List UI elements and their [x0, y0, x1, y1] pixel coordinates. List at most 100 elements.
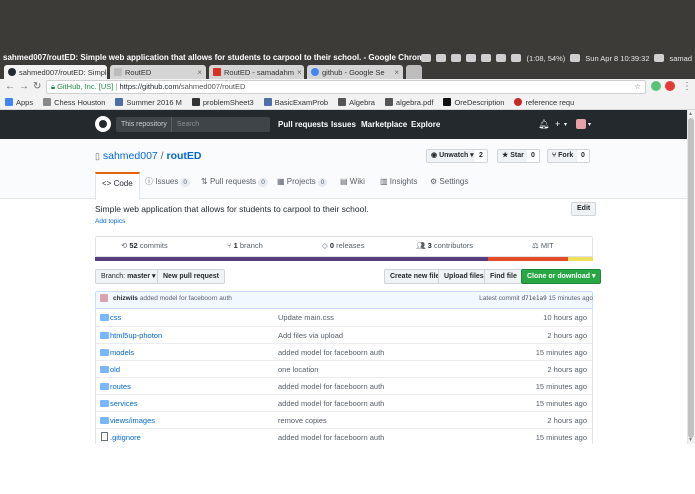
- file-commit-message[interactable]: added model for faceboorn auth: [278, 433, 384, 442]
- clock[interactable]: Sun Apr 8 10:39:32: [585, 54, 649, 63]
- license-link[interactable]: ⚖ MIT: [532, 241, 554, 250]
- github-logo-icon[interactable]: [95, 116, 111, 132]
- browser-tab[interactable]: RoutED - samadahm ×: [209, 65, 304, 79]
- keyboard-icon[interactable]: [481, 54, 492, 62]
- fork-count[interactable]: 0: [577, 149, 590, 163]
- tab-pull-requests[interactable]: ⇅ Pull requests 0: [195, 172, 274, 199]
- nav-marketplace[interactable]: Marketplace: [361, 120, 407, 129]
- file-name-link[interactable]: css: [110, 313, 121, 322]
- user-name[interactable]: samad: [669, 54, 692, 63]
- star-count[interactable]: 0: [527, 149, 540, 163]
- chevron-down-icon[interactable]: ▾: [564, 121, 567, 128]
- tab-insights[interactable]: ▥ Insights: [374, 172, 423, 199]
- commit-message-link[interactable]: added model for faceboorn auth: [140, 295, 232, 302]
- branch-select-button[interactable]: Branch: master ▾: [95, 269, 162, 284]
- file-row[interactable]: css Update main.css 10 hours ago: [96, 309, 592, 326]
- adblock-icon[interactable]: [665, 81, 675, 91]
- scrollbar-thumb[interactable]: [688, 118, 694, 438]
- star-button[interactable]: ★ Star: [497, 149, 529, 163]
- file-row[interactable]: routes added model for faceboorn auth 15 m…: [96, 377, 592, 394]
- bookmark-item[interactable]: algebra.pdf: [380, 98, 439, 107]
- site-identity[interactable]: GitHub, Inc. [US]: [57, 82, 113, 91]
- cloud-icon[interactable]: [436, 54, 447, 62]
- wifi-icon[interactable]: [451, 54, 462, 62]
- tab-code[interactable]: <> Code: [95, 172, 140, 200]
- file-name-link[interactable]: views/images: [110, 416, 155, 425]
- browser-tab[interactable]: RoutED ×: [110, 65, 206, 79]
- repo-owner-link[interactable]: sahmed007: [103, 150, 158, 162]
- branches-link[interactable]: ⑂ 1 branch: [227, 241, 263, 250]
- bookmark-apps[interactable]: Apps: [0, 98, 38, 107]
- releases-link[interactable]: ◇ 0 releases: [322, 241, 364, 250]
- new-pull-request-button[interactable]: New pull request: [157, 269, 226, 284]
- repo-name-link[interactable]: routED: [167, 150, 202, 162]
- bluetooth-icon[interactable]: [466, 54, 477, 62]
- language-bar[interactable]: [95, 257, 593, 261]
- mail-icon[interactable]: [421, 54, 432, 62]
- file-name-link[interactable]: models: [110, 348, 134, 357]
- watch-count[interactable]: 2: [475, 149, 488, 163]
- nav-pull-requests[interactable]: Pull requests: [278, 120, 328, 129]
- avatar[interactable]: [576, 119, 586, 129]
- commits-link[interactable]: ⟲ 52 commits: [121, 241, 168, 250]
- url-bar[interactable]: 🔒︎ GitHub, Inc. [US] | https://github.co…: [46, 80, 646, 94]
- bookmark-item[interactable]: BasicExamProb: [259, 98, 333, 107]
- tab-issues[interactable]: ⓘ Issues 0: [139, 172, 196, 199]
- file-row[interactable]: old one location 2 hours ago: [96, 360, 592, 377]
- nav-explore[interactable]: Explore: [411, 120, 440, 129]
- bookmark-item[interactable]: problemSheet3: [187, 98, 259, 107]
- find-file-button[interactable]: Find file: [484, 269, 523, 284]
- menu-kebab-icon[interactable]: ⋮: [682, 81, 692, 93]
- plus-icon[interactable]: +: [555, 119, 560, 129]
- close-icon[interactable]: ×: [197, 68, 202, 77]
- bell-icon[interactable]: 🔔︎: [538, 119, 549, 130]
- file-commit-message[interactable]: added model for faceboorn auth: [278, 348, 384, 357]
- file-name-link[interactable]: old: [110, 365, 120, 374]
- bookmark-star-icon[interactable]: ☆: [634, 81, 641, 93]
- tab-wiki[interactable]: ▤ Wiki: [334, 172, 371, 199]
- upload-files-button[interactable]: Upload files: [438, 269, 490, 284]
- clone-download-button[interactable]: Clone or download ▾: [521, 269, 602, 284]
- file-row[interactable]: views/images remove copies 2 hours ago: [96, 411, 592, 428]
- settings-icon[interactable]: [654, 54, 665, 62]
- avatar[interactable]: [100, 294, 108, 302]
- search-input[interactable]: This repository Search: [116, 117, 270, 132]
- file-commit-message[interactable]: Add files via upload: [278, 331, 343, 340]
- back-icon[interactable]: ←: [5, 81, 15, 93]
- extension-icon[interactable]: [651, 81, 661, 91]
- file-name-link[interactable]: routes: [110, 382, 131, 391]
- volume-icon[interactable]: [496, 54, 507, 62]
- file-commit-message[interactable]: Update main.css: [278, 313, 334, 322]
- contributors-link[interactable]: 👥︎ 3 contributors: [416, 241, 473, 250]
- add-topics-link[interactable]: Add topics: [95, 218, 125, 225]
- tab-settings[interactable]: ⚙ Settings: [424, 172, 474, 199]
- file-commit-message[interactable]: remove copies: [278, 416, 327, 425]
- network-icon[interactable]: [570, 54, 581, 62]
- file-row[interactable]: services added model for faceboorn auth 15…: [96, 394, 592, 411]
- commit-hash-link[interactable]: d71e1a9: [521, 295, 546, 302]
- bookmark-item[interactable]: reference requ: [509, 98, 579, 107]
- battery-icon[interactable]: [511, 54, 522, 62]
- file-commit-message[interactable]: added model for faceboorn auth: [278, 399, 384, 408]
- new-tab-button[interactable]: [406, 65, 422, 79]
- file-name-link[interactable]: .gitignore: [110, 433, 141, 442]
- forward-icon[interactable]: →: [19, 81, 29, 93]
- browser-tab[interactable]: github - Google Se ×: [307, 65, 403, 79]
- unwatch-button[interactable]: ◉ Unwatch ▾: [426, 149, 479, 163]
- bookmark-item[interactable]: Chess Houston: [38, 98, 110, 107]
- close-icon[interactable]: ×: [297, 68, 302, 77]
- close-icon[interactable]: ×: [394, 68, 399, 77]
- file-commit-message[interactable]: one location: [278, 365, 318, 374]
- bookmark-item[interactable]: Algebra: [333, 98, 380, 107]
- file-name-link[interactable]: html5up-photon: [110, 331, 162, 340]
- tab-projects[interactable]: ▦ Projects 0: [271, 172, 333, 199]
- reload-icon[interactable]: ↻: [33, 81, 41, 93]
- chevron-down-icon[interactable]: ▾: [588, 121, 591, 128]
- file-commit-message[interactable]: added model for faceboorn auth: [278, 382, 384, 391]
- fork-button[interactable]: ⑂ Fork: [547, 149, 579, 163]
- commit-author-link[interactable]: chizwils: [113, 295, 138, 302]
- file-row[interactable]: models added model for faceboorn auth 15 m…: [96, 343, 592, 360]
- nav-issues[interactable]: Issues: [331, 120, 356, 129]
- file-name-link[interactable]: services: [110, 399, 138, 408]
- file-row[interactable]: .gitignore added model for faceboorn auth…: [96, 428, 592, 445]
